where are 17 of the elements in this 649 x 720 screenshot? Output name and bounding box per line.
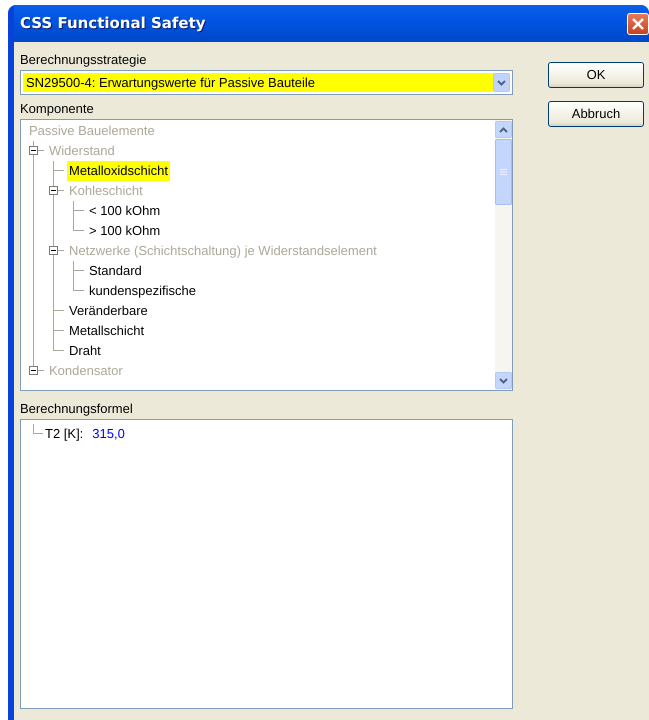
close-icon (631, 16, 645, 30)
scroll-thumb[interactable] (495, 139, 512, 205)
scrollbar[interactable] (495, 120, 512, 390)
close-button[interactable] (627, 12, 649, 34)
scroll-down-icon[interactable] (495, 372, 512, 389)
strategy-dropdown[interactable]: SN29500-4: Erwartungswerte für Passive Bauteile (20, 70, 513, 95)
ok-button[interactable]: OK (548, 62, 644, 88)
dropdown-value: SN29500-4: Erwartungswerte für Passive Bauteile (23, 73, 493, 92)
field-label: Berechnungsstrategie (20, 51, 148, 69)
field-label: Komponente (20, 100, 95, 118)
window-title: CSS Functional Safety (20, 13, 206, 34)
formula-value: 315,0 (92, 425, 125, 443)
scroll-up-icon[interactable] (495, 121, 512, 138)
field-label: Berechnungsformel (20, 400, 134, 418)
formula-variable: T2 [K]: (45, 425, 84, 443)
cancel-button[interactable]: Abbruch (548, 101, 644, 127)
tree-line (33, 424, 43, 434)
